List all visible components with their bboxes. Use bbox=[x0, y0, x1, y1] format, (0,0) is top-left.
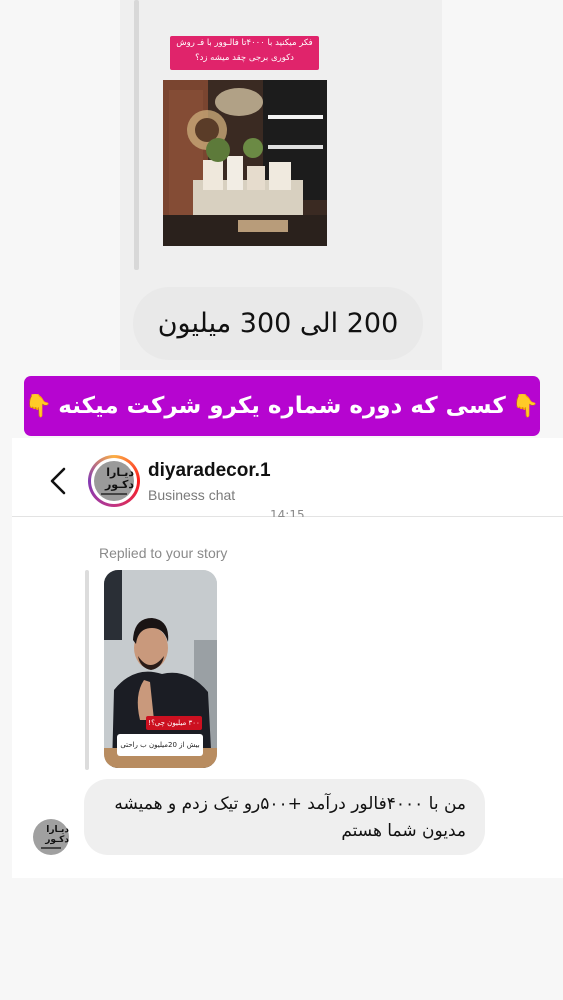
pointing-down-icon: 👇 bbox=[511, 393, 540, 419]
message-timestamp: 14:15 bbox=[270, 508, 305, 517]
story-reply-bar bbox=[134, 0, 139, 270]
chat-subtitle: Business chat bbox=[148, 487, 236, 503]
promo-banner: 👇 کسی که دوره شماره یکرو شرکت میکنه 👇 bbox=[24, 376, 540, 436]
avatar-logo-text: دیـارا دکـور bbox=[104, 466, 134, 491]
message-text: من با ۴۰۰۰فالور درآمد +۵۰۰رو تیک زدم و ه… bbox=[114, 794, 466, 841]
story-reply-bar bbox=[85, 570, 89, 770]
banner-text: کسی که دوره شماره یکرو شرکت میکنه bbox=[58, 393, 506, 419]
avatar-logo-underline bbox=[101, 493, 127, 495]
sender-avatar-logo-underline bbox=[41, 847, 61, 849]
story-thumbnail[interactable] bbox=[163, 80, 327, 246]
reply-message-text: 200 الی 300 میلیون bbox=[157, 308, 399, 339]
replied-to-story-label: Replied to your story bbox=[99, 545, 228, 561]
back-chevron-icon[interactable] bbox=[42, 463, 74, 499]
reply-message-bubble: 200 الی 300 میلیون bbox=[133, 287, 423, 360]
story-caption: فکر میکنید با ۴۰۰۰تا فالـوور با فـ روش د… bbox=[170, 36, 319, 70]
sender-avatar-logo-text: دیـارا دکـور bbox=[45, 825, 69, 845]
story-white-caption: بیش از 20میلیون ب راحتی bbox=[117, 734, 203, 756]
chat-username[interactable]: diyaradecor.1 bbox=[148, 460, 271, 482]
story-red-caption: ۳۰۰ میلیون چی؟! bbox=[146, 716, 202, 730]
pointing-down-icon: 👇 bbox=[24, 393, 53, 419]
avatar[interactable]: دیـارا دکـور bbox=[94, 461, 134, 501]
sender-avatar[interactable]: دیـارا دکـور bbox=[33, 819, 69, 855]
store-photo bbox=[163, 80, 327, 246]
